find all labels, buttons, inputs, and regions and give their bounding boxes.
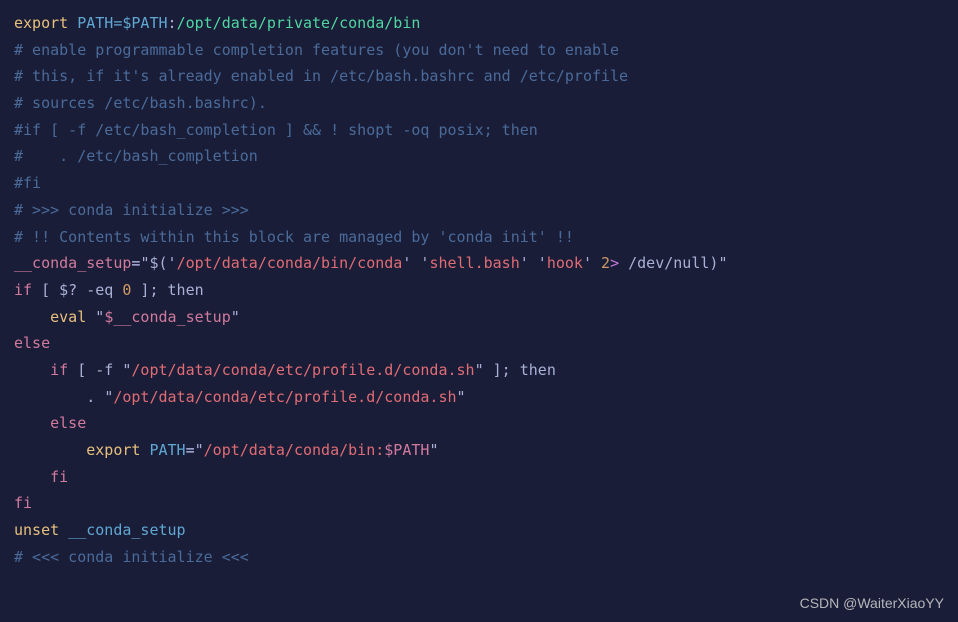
keyword-eval: eval	[50, 308, 95, 326]
path-var: PATH=$PATH	[77, 14, 167, 32]
var-ref: $__conda_setup	[104, 308, 230, 326]
comment-line: #if [ -f /etc/bash_completion ] && ! sho…	[14, 117, 944, 144]
string: hook	[547, 254, 583, 272]
code-line-else-inner: else	[14, 410, 944, 437]
quote: '	[583, 254, 601, 272]
bracket: ];	[131, 281, 167, 299]
indent	[14, 308, 50, 326]
subshell-open: $(	[149, 254, 167, 272]
keyword-then: then	[520, 361, 556, 379]
code-line-export: export PATH="/opt/data/conda/bin:$PATH"	[14, 437, 944, 464]
fd-num: 2	[601, 254, 610, 272]
var-ref: $PATH	[384, 441, 429, 459]
indent	[14, 468, 50, 486]
comment-line: # sources /etc/bash.bashrc).	[14, 90, 944, 117]
exit-code-var: $?	[59, 281, 77, 299]
path-var: PATH	[149, 441, 185, 459]
code-line-1: export PATH=$PATH:/opt/data/private/cond…	[14, 10, 944, 37]
keyword-then: then	[168, 281, 204, 299]
comment-line: # . /etc/bash_completion	[14, 143, 944, 170]
indent	[14, 388, 86, 406]
quote: "	[457, 388, 466, 406]
comment-line: # >>> conda initialize >>>	[14, 197, 944, 224]
quote: '	[168, 254, 177, 272]
code-line-if-inner: if [ -f "/opt/data/conda/etc/profile.d/c…	[14, 357, 944, 384]
bracket: [ -f	[68, 361, 122, 379]
indent	[14, 414, 50, 432]
code-line-eval: eval "$__conda_setup"	[14, 304, 944, 331]
var-define: __conda_setup	[14, 254, 131, 272]
redirect-op: >	[610, 254, 628, 272]
string-path: /opt/data/conda/etc/profile.d/conda.sh	[113, 388, 456, 406]
path-literal: /opt/data/private/conda/bin	[177, 14, 421, 32]
bracket: [	[32, 281, 59, 299]
code-block: export PATH=$PATH:/opt/data/private/cond…	[14, 10, 944, 570]
comment-line: # <<< conda initialize <<<	[14, 544, 944, 571]
code-line-source: . "/opt/data/conda/etc/profile.d/conda.s…	[14, 384, 944, 411]
quote: "	[429, 441, 438, 459]
comment-line: #fi	[14, 170, 944, 197]
quote: "	[104, 388, 113, 406]
keyword-else: else	[14, 330, 944, 357]
devnull: /dev/null	[628, 254, 709, 272]
keyword-else: else	[50, 414, 86, 432]
bracket: ];	[484, 361, 520, 379]
source-dot: .	[86, 388, 104, 406]
keyword-fi: fi	[14, 490, 944, 517]
quote: "	[718, 254, 727, 272]
keyword-unset: unset	[14, 521, 68, 539]
code-line-fi-inner: fi	[14, 464, 944, 491]
code-line-conda-setup: __conda_setup="$('/opt/data/conda/bin/co…	[14, 250, 944, 277]
string: shell.bash	[429, 254, 519, 272]
var-ref: __conda_setup	[68, 521, 185, 539]
keyword-fi: fi	[50, 468, 68, 486]
keyword-if: if	[14, 281, 32, 299]
keyword-export: export	[86, 441, 149, 459]
watermark: CSDN @WaiterXiaoYY	[800, 591, 944, 616]
colon: :	[168, 14, 177, 32]
string-path: /opt/data/conda/bin/conda	[177, 254, 403, 272]
keyword-if: if	[50, 361, 68, 379]
string-path: /opt/data/conda/bin:	[204, 441, 385, 459]
quote: "	[475, 361, 484, 379]
quote: "	[95, 308, 104, 326]
assign: =	[186, 441, 195, 459]
comment-line: # this, if it's already enabled in /etc/…	[14, 63, 944, 90]
quote: ' '	[520, 254, 547, 272]
comment-line: # !! Contents within this block are mana…	[14, 224, 944, 251]
quote: "	[231, 308, 240, 326]
code-line-if: if [ $? -eq 0 ]; then	[14, 277, 944, 304]
comment-line: # enable programmable completion feature…	[14, 37, 944, 64]
keyword-export: export	[14, 14, 77, 32]
string-path: /opt/data/conda/etc/profile.d/conda.sh	[131, 361, 474, 379]
code-line-unset: unset __conda_setup	[14, 517, 944, 544]
quote: ' '	[402, 254, 429, 272]
indent	[14, 441, 86, 459]
indent	[14, 361, 50, 379]
quote: "	[195, 441, 204, 459]
eq-op: -eq	[77, 281, 122, 299]
